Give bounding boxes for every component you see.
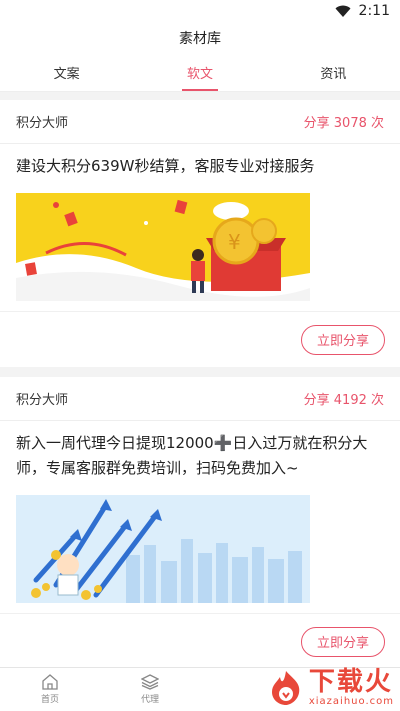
status-bar: 2:11: [0, 0, 400, 22]
watermark-url: xiazaihuo.com: [308, 696, 394, 707]
card-text: 新入一周代理今日提现12000➕日入过万就在积分大师，专属客服群免费培训，扫码免…: [16, 434, 368, 477]
watermark: 下载火 xiazaihuo.com: [267, 668, 394, 707]
flame-logo-icon: [271, 670, 300, 705]
card-author: 积分大师: [16, 393, 69, 408]
card-text: 建设大积分639W秒结算，客服专业对接服务: [16, 157, 315, 175]
nav-agent-label: 代理: [140, 695, 159, 705]
tab-zixun[interactable]: 资讯: [267, 54, 400, 91]
card-footer: 立即分享: [0, 311, 400, 367]
promo-image-yellow[interactable]: ¥: [16, 193, 310, 301]
nav-home-label: 首页: [40, 695, 59, 705]
status-time: 2:11: [358, 3, 390, 19]
tab-wenan[interactable]: 文案: [0, 54, 133, 91]
nav-agent[interactable]: 代理: [100, 668, 200, 711]
promo-illustration: ¥: [16, 193, 310, 301]
page-title-bar: 素材库: [0, 22, 400, 54]
share-button[interactable]: 立即分享: [301, 324, 385, 355]
share-count: 分享 4192 次: [303, 393, 384, 408]
promo-image-blue[interactable]: [16, 495, 310, 603]
share-count: 分享 3078 次: [303, 116, 384, 131]
tab-ruanwen[interactable]: 软文: [133, 54, 266, 91]
card-header: 积分大师 分享 3078 次: [0, 100, 400, 144]
wifi-icon: [335, 5, 351, 17]
watermark-text: 下载火: [308, 667, 393, 697]
material-card: 积分大师 分享 3078 次 建设大积分639W秒结算，客服专业对接服务 ¥ 立…: [0, 100, 400, 367]
svg-text:¥: ¥: [228, 230, 241, 254]
layers-icon: [141, 674, 159, 690]
tab-bar: 文案 软文 资讯: [0, 54, 400, 92]
material-feed: 积分大师 分享 3078 次 建设大积分639W秒结算，客服专业对接服务 ¥ 立…: [0, 92, 400, 669]
card-footer: 立即分享: [0, 613, 400, 669]
card-author: 积分大师: [16, 116, 69, 131]
home-icon: [42, 674, 58, 690]
nav-home[interactable]: 首页: [0, 668, 100, 711]
material-card: 积分大师 分享 4192 次 新入一周代理今日提现12000➕日入过万就在积分大…: [0, 377, 400, 669]
page-title: 素材库: [179, 31, 221, 47]
share-button[interactable]: 立即分享: [301, 626, 385, 657]
promo-illustration: [16, 495, 310, 603]
card-header: 积分大师 分享 4192 次: [0, 377, 400, 421]
